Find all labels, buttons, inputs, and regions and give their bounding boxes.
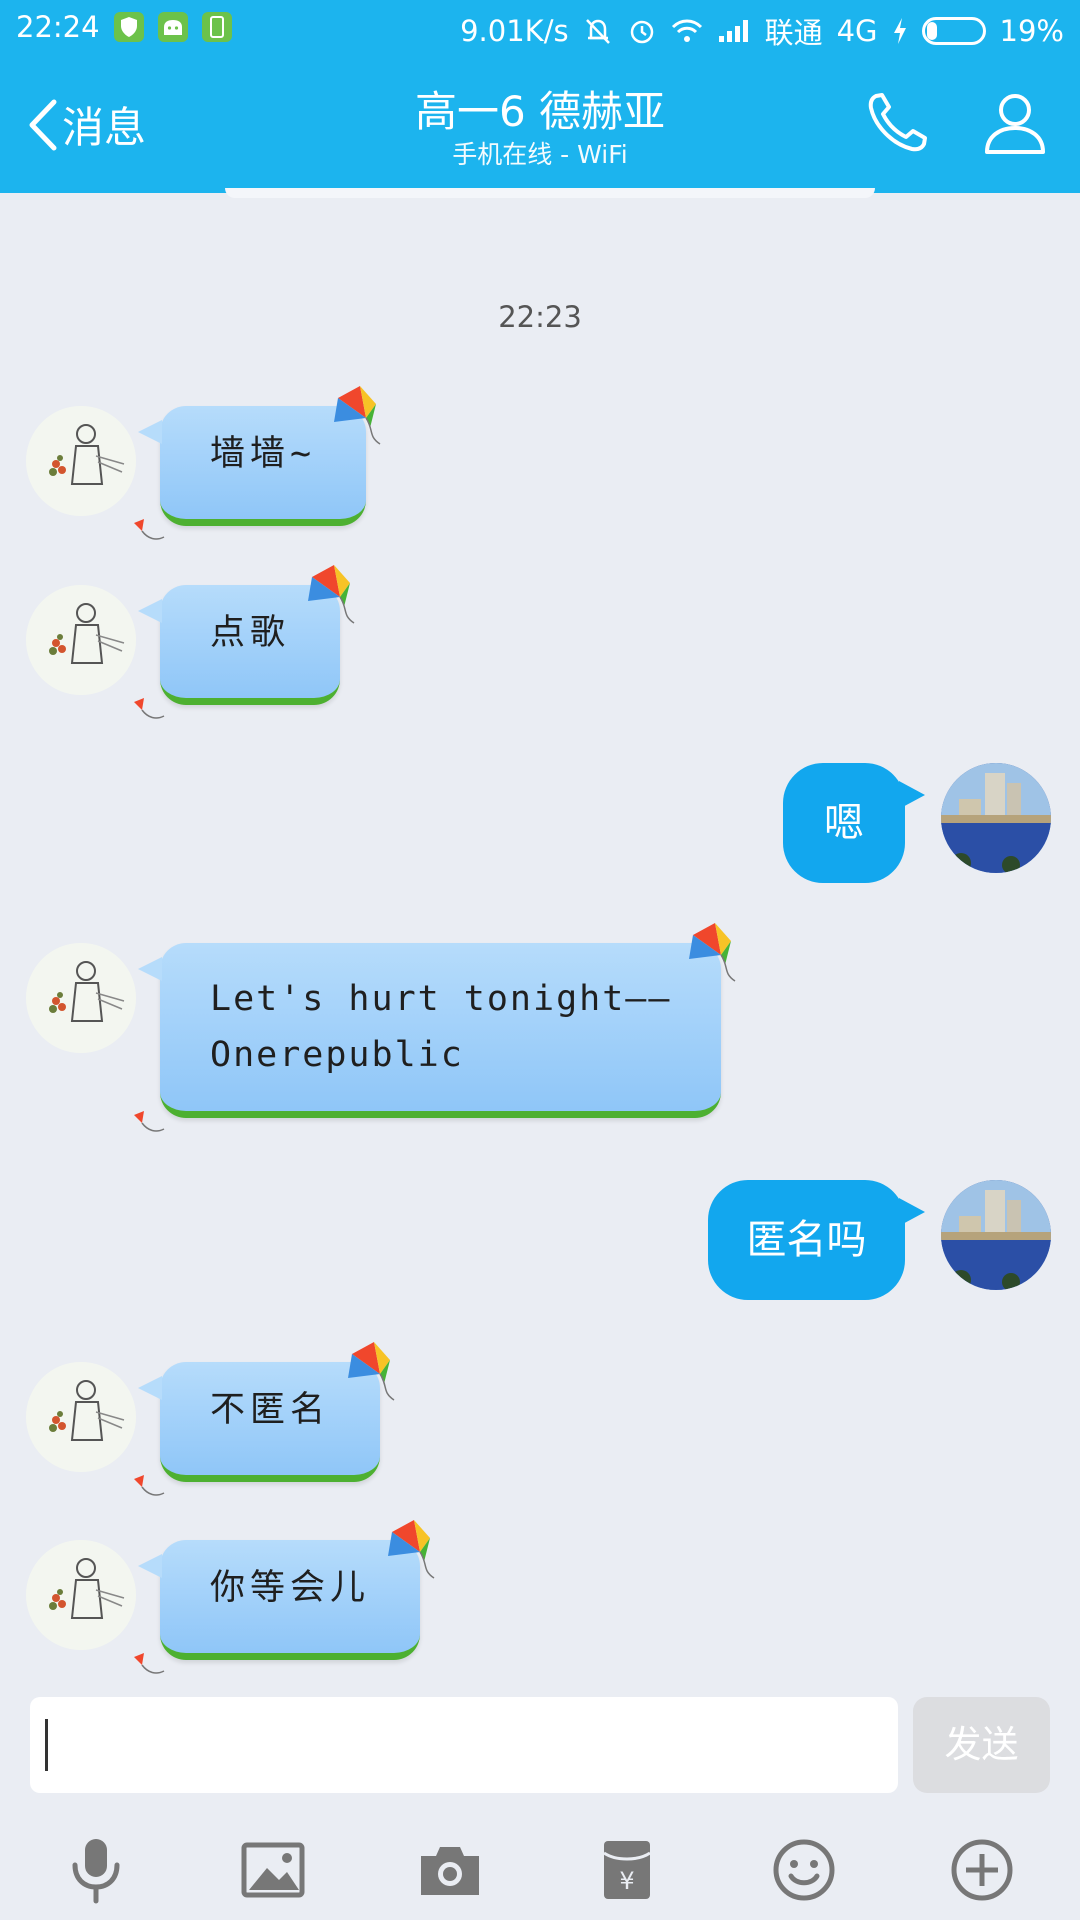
message-text: 你等会儿 — [210, 1568, 371, 1608]
more-button[interactable] — [942, 1830, 1022, 1910]
message-bubble-left[interactable]: 不匿名 — [134, 1342, 395, 1496]
contact-avatar[interactable] — [26, 1362, 136, 1472]
message-text: Let's hurt tonight—— Onerepublic — [210, 979, 672, 1075]
profile-button[interactable] — [980, 88, 1050, 162]
battery-percent: 19% — [999, 14, 1064, 48]
bubble-tail — [138, 1376, 162, 1400]
signal-icon — [717, 18, 751, 44]
kite-icon — [348, 1342, 395, 1401]
camera-button[interactable] — [410, 1830, 490, 1910]
title-bar: 消息 高一6 德赫亚 手机在线 - WiFi — [0, 58, 1080, 193]
emoji-button[interactable] — [764, 1830, 844, 1910]
network-speed: 9.01K/s — [460, 14, 569, 48]
plus-icon — [951, 1839, 1013, 1901]
phone-icon — [868, 93, 927, 152]
phone-app-icon — [201, 12, 232, 42]
mute-bell-icon — [583, 16, 613, 46]
camera-icon — [421, 1847, 479, 1895]
previous-message-edge — [225, 188, 875, 198]
message-bubble-right[interactable]: 嗯 — [783, 763, 925, 883]
bubble-tail — [899, 1198, 925, 1226]
bubble-tail — [138, 1554, 162, 1578]
charging-icon — [892, 17, 908, 45]
image-button[interactable] — [233, 1830, 313, 1910]
mini-kite-icon — [134, 1653, 165, 1674]
network-type: 4G — [836, 14, 878, 48]
kite-icon — [308, 565, 355, 624]
chat-timestamp: 22:23 — [498, 300, 582, 334]
send-button[interactable]: 发送 — [913, 1697, 1050, 1793]
status-time: 22:24 — [16, 10, 100, 44]
contact-avatar[interactable] — [26, 1540, 136, 1650]
shield-app-icon — [113, 12, 144, 42]
message-text: 嗯 — [824, 800, 864, 846]
battery-level-fill — [926, 22, 937, 40]
input-toolbar: ¥ — [0, 1820, 1080, 1920]
contact-avatar[interactable] — [26, 943, 136, 1053]
voice-input-button[interactable] — [56, 1830, 136, 1910]
my-avatar[interactable] — [941, 763, 1051, 873]
bubble-tail — [138, 599, 162, 623]
text-caret — [45, 1719, 48, 1771]
mini-kite-icon — [134, 519, 165, 540]
wifi-icon — [671, 18, 703, 44]
mini-kite-icon — [134, 1111, 165, 1132]
message-bubble-left[interactable]: 你等会儿 — [134, 1520, 435, 1674]
kite-icon — [388, 1520, 435, 1579]
battery-icon — [921, 17, 986, 45]
message-bubble-left[interactable]: 点歌 — [134, 565, 355, 719]
svg-text:¥: ¥ — [619, 1867, 634, 1895]
message-input[interactable] — [30, 1697, 898, 1793]
carrier-label: 联通 — [764, 16, 823, 50]
android-app-icon — [157, 12, 188, 42]
red-packet-icon: ¥ — [603, 1841, 651, 1899]
header: 22:24 9.01K/s 联通 4G 19% 消息 高一6 德赫亚 手机在线 … — [0, 0, 1080, 193]
bubble-tail — [899, 781, 925, 809]
mini-kite-icon — [134, 698, 165, 719]
kite-icon — [334, 386, 381, 445]
voice-call-button[interactable] — [862, 88, 932, 162]
mini-kite-icon — [134, 1475, 165, 1496]
bubble-tail — [138, 420, 162, 444]
contact-avatar[interactable] — [26, 406, 136, 516]
status-bar: 22:24 9.01K/s 联通 4G 19% — [0, 0, 1080, 58]
alarm-icon — [627, 16, 657, 46]
contact-avatar[interactable] — [26, 585, 136, 695]
mic-icon — [72, 1839, 120, 1904]
my-avatar[interactable] — [941, 1180, 1051, 1290]
emoji-icon — [773, 1839, 835, 1901]
person-icon — [985, 94, 1045, 154]
image-icon — [241, 1842, 305, 1898]
message-bubble-left[interactable]: Let's hurt tonight—— Onerepublic — [134, 923, 736, 1132]
message-bubble-right[interactable]: 匿名吗 — [708, 1180, 925, 1300]
message-bubble-left[interactable]: 墙墙~ — [134, 386, 381, 540]
kite-icon — [689, 923, 736, 982]
red-packet-button[interactable]: ¥ — [587, 1830, 667, 1910]
bubble-tail — [138, 957, 162, 981]
message-text: 匿名吗 — [746, 1217, 867, 1263]
